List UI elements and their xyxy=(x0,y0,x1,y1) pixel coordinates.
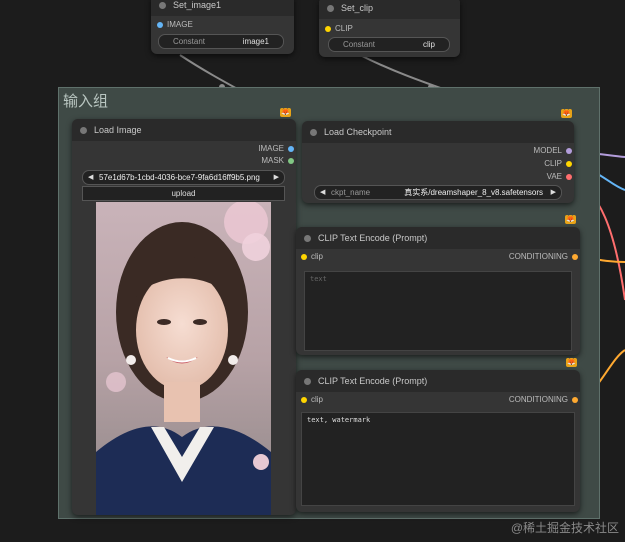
watermark-text: @稀土掘金技术社区 xyxy=(510,521,619,535)
slot-label: MODEL xyxy=(533,146,562,155)
input-pin[interactable] xyxy=(325,26,331,32)
widget-value: 真实系/dreamshaper_8_v8.safetensors xyxy=(404,188,543,197)
image-file-select[interactable]: ◀ 57e1d67b-1cbd-4036-bce7-9fa6d16ff9b5.p… xyxy=(82,170,285,185)
node-title-bar[interactable]: Set_image1 xyxy=(151,0,294,16)
fox-badge-icon[interactable]: 🦊 xyxy=(280,108,291,117)
fox-badge-icon[interactable]: 🦊 xyxy=(566,358,577,367)
mask-output-slot[interactable]: MASK xyxy=(261,155,296,167)
constant-widget[interactable]: Constant clip xyxy=(328,37,450,52)
fox-badge-icon[interactable]: 🦊 xyxy=(565,215,576,224)
constant-widget[interactable]: Constant image1 xyxy=(158,34,284,49)
slot-label: MASK xyxy=(261,156,284,165)
next-arrow-icon[interactable]: ▶ xyxy=(551,186,556,199)
next-arrow-icon[interactable]: ▶ xyxy=(274,171,279,184)
clip-input-slot[interactable]: clip xyxy=(299,251,323,263)
collapse-dot[interactable] xyxy=(327,5,334,12)
widget-value: 57e1d67b-1cbd-4036-bce7-9fa6d16ff9b5.png xyxy=(99,173,260,182)
textarea-placeholder: text xyxy=(310,275,327,283)
fox-badge-icon[interactable]: 🦊 xyxy=(561,109,572,118)
textarea-text: text, watermark xyxy=(307,416,371,424)
collapse-dot[interactable] xyxy=(159,2,166,9)
widget-label: ckpt_name xyxy=(331,188,371,197)
node-title: Load Image xyxy=(94,125,142,135)
output-pin[interactable] xyxy=(566,161,572,167)
prev-arrow-icon[interactable]: ◀ xyxy=(320,186,325,199)
input-pin[interactable] xyxy=(301,397,307,403)
output-pin[interactable] xyxy=(572,397,578,403)
widget-label: Constant xyxy=(173,37,206,46)
node-title: CLIP Text Encode (Prompt) xyxy=(318,376,428,386)
image-preview xyxy=(96,202,271,515)
node-title-bar[interactable]: CLIP Text Encode (Prompt) xyxy=(296,227,580,249)
output-pin[interactable] xyxy=(288,146,294,152)
conditioning-output-slot[interactable]: CONDITIONING xyxy=(509,251,580,263)
node-title: Set_clip xyxy=(341,3,374,13)
widget-value: image1 xyxy=(242,37,269,46)
collapse-dot[interactable] xyxy=(310,129,317,136)
collapse-dot[interactable] xyxy=(304,378,311,385)
upload-label: upload xyxy=(171,189,196,198)
load-checkpoint-node[interactable]: Load Checkpoint MODEL CLIP VAE ◀ ckpt_na… xyxy=(302,121,574,203)
vae-output-slot[interactable]: VAE xyxy=(547,171,574,183)
slot-label: IMAGE xyxy=(258,144,284,153)
node-title-bar[interactable]: CLIP Text Encode (Prompt) xyxy=(296,370,580,392)
prompt-textarea[interactable]: text, watermark xyxy=(301,412,575,506)
image-output-slot[interactable]: IMAGE xyxy=(258,143,296,155)
set-image1-node[interactable]: Set_image1 IMAGE Constant image1 xyxy=(151,0,294,54)
prompt-textarea[interactable]: text xyxy=(304,271,572,351)
slot-label: IMAGE xyxy=(167,20,193,29)
node-title-bar[interactable]: Load Image xyxy=(72,119,296,141)
slot-label: VAE xyxy=(546,172,562,181)
group-title[interactable]: 输入组 xyxy=(63,90,108,111)
input-pin[interactable] xyxy=(301,254,307,260)
slot-label: clip xyxy=(311,252,324,261)
collapse-dot[interactable] xyxy=(80,127,87,134)
conditioning-output-slot[interactable]: CONDITIONING xyxy=(509,394,580,406)
widget-label: Constant xyxy=(343,40,376,49)
set-clip-node[interactable]: Set_clip CLIP Constant clip xyxy=(319,0,460,57)
collapse-dot[interactable] xyxy=(304,235,311,242)
node-title: CLIP Text Encode (Prompt) xyxy=(318,233,428,243)
node-title: Load Checkpoint xyxy=(324,127,392,137)
upload-button[interactable]: upload xyxy=(82,186,285,201)
model-output-slot[interactable]: MODEL xyxy=(534,145,574,157)
clip-input-slot[interactable]: clip xyxy=(299,394,323,406)
input-pin[interactable] xyxy=(157,22,163,28)
image-input-slot[interactable]: IMAGE xyxy=(155,19,193,31)
load-image-node[interactable]: Load Image IMAGE MASK ◀ 57e1d67b-1cbd-40… xyxy=(72,119,296,515)
clip-input-slot[interactable]: CLIP xyxy=(323,23,353,35)
clip-output-slot[interactable]: CLIP xyxy=(544,158,574,170)
output-pin[interactable] xyxy=(566,148,572,154)
clip-text-encode-node-2[interactable]: CLIP Text Encode (Prompt) clip CONDITION… xyxy=(296,370,580,512)
slot-label: CONDITIONING xyxy=(508,395,568,404)
node-title-bar[interactable]: Load Checkpoint xyxy=(302,121,574,143)
slot-label: clip xyxy=(311,395,324,404)
ckpt-name-select[interactable]: ◀ ckpt_name 真实系/dreamshaper_8_v8.safeten… xyxy=(314,185,562,200)
node-title: Set_image1 xyxy=(173,0,222,10)
prev-arrow-icon[interactable]: ◀ xyxy=(88,171,93,184)
output-pin[interactable] xyxy=(288,158,294,164)
widget-value: clip xyxy=(422,40,435,49)
node-title-bar[interactable]: Set_clip xyxy=(319,0,460,19)
output-pin[interactable] xyxy=(572,254,578,260)
slot-label: CONDITIONING xyxy=(508,252,568,261)
output-pin[interactable] xyxy=(566,174,572,180)
clip-text-encode-node-1[interactable]: CLIP Text Encode (Prompt) clip CONDITION… xyxy=(296,227,580,355)
slot-label: CLIP xyxy=(335,24,353,33)
slot-label: CLIP xyxy=(544,159,562,168)
